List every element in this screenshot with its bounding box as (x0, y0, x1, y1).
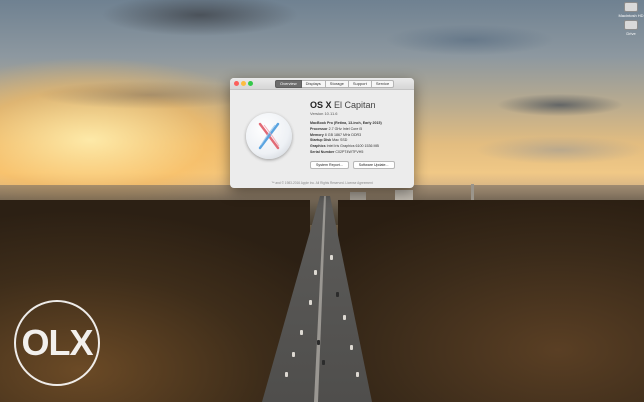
car (336, 292, 339, 297)
system-report-button[interactable]: System Report... (310, 160, 349, 169)
car (314, 270, 317, 275)
spec-key: Graphics (310, 144, 326, 149)
car (343, 315, 346, 320)
x-logo-icon (258, 122, 280, 150)
tab-storage[interactable]: Storage (325, 80, 349, 88)
spec-key: Startup Disk (310, 138, 332, 143)
car (300, 330, 303, 335)
about-this-mac-window[interactable]: Overview Displays Storage Support Servic… (230, 78, 414, 188)
forest-right (338, 200, 644, 402)
tab-service[interactable]: Service (371, 80, 395, 88)
tab-support[interactable]: Support (348, 80, 372, 88)
olx-watermark-text: OLX (21, 322, 93, 363)
segmented-tabs: Overview Displays Storage Support Servic… (275, 80, 395, 88)
car (292, 352, 295, 357)
spec-value: C02PT4WTFVH5 (335, 149, 364, 154)
os-version[interactable]: Version 10.11.6 (310, 111, 410, 116)
os-release: El Capitan (334, 100, 376, 110)
os-name: OS X (310, 100, 332, 110)
desktop-icon-drive[interactable]: Drive (622, 20, 640, 36)
spec-serial-number: Serial Number C02PT4WTFVH5 (310, 150, 410, 156)
car (356, 372, 359, 377)
car (309, 300, 312, 305)
olx-watermark-logo: OLX (14, 300, 100, 386)
car (330, 255, 333, 260)
desktop-icon-label: Drive (626, 31, 636, 36)
close-button[interactable] (234, 81, 239, 86)
spec-value: Intel Iris Graphics 6100 1536 MB (326, 144, 379, 149)
spec-key: MacBook Pro (Retina, 13-inch, Early 2015… (310, 121, 382, 125)
action-buttons: System Report... Software Update... (310, 160, 410, 169)
spec-key: Memory (310, 132, 324, 137)
minimize-button[interactable] (241, 81, 246, 86)
car (322, 360, 325, 365)
desktop-icon-label: Macintosh HD (618, 13, 644, 18)
el-capitan-logo-icon (246, 113, 292, 159)
zoom-button[interactable] (248, 81, 253, 86)
system-info: OS X El Capitan Version 10.11.6 MacBook … (310, 100, 410, 169)
spec-key: Processor (310, 126, 328, 131)
car (317, 340, 320, 345)
spec-list: MacBook Pro (Retina, 13-inch, Early 2015… (310, 121, 410, 156)
hard-drive-icon (624, 20, 638, 30)
desktop-icon-macintosh-hd[interactable]: Macintosh HD (618, 2, 644, 18)
car (285, 372, 288, 377)
hard-drive-icon (624, 2, 638, 12)
window-titlebar[interactable]: Overview Displays Storage Support Servic… (230, 78, 414, 90)
software-update-button[interactable]: Software Update... (352, 160, 395, 169)
copyright-footer: ™ and © 1983-2016 Apple Inc. All Rights … (271, 181, 373, 185)
tab-displays[interactable]: Displays (301, 80, 326, 88)
spec-key: Serial Number (310, 149, 335, 154)
spec-value: Mac SSD (332, 138, 348, 143)
os-title: OS X El Capitan (310, 100, 410, 110)
spec-value: 2.7 GHz Intel Core i5 (328, 126, 363, 131)
car (350, 345, 353, 350)
spec-value: 8 GB 1867 MHz DDR3 (324, 132, 362, 137)
tab-overview[interactable]: Overview (275, 80, 302, 88)
